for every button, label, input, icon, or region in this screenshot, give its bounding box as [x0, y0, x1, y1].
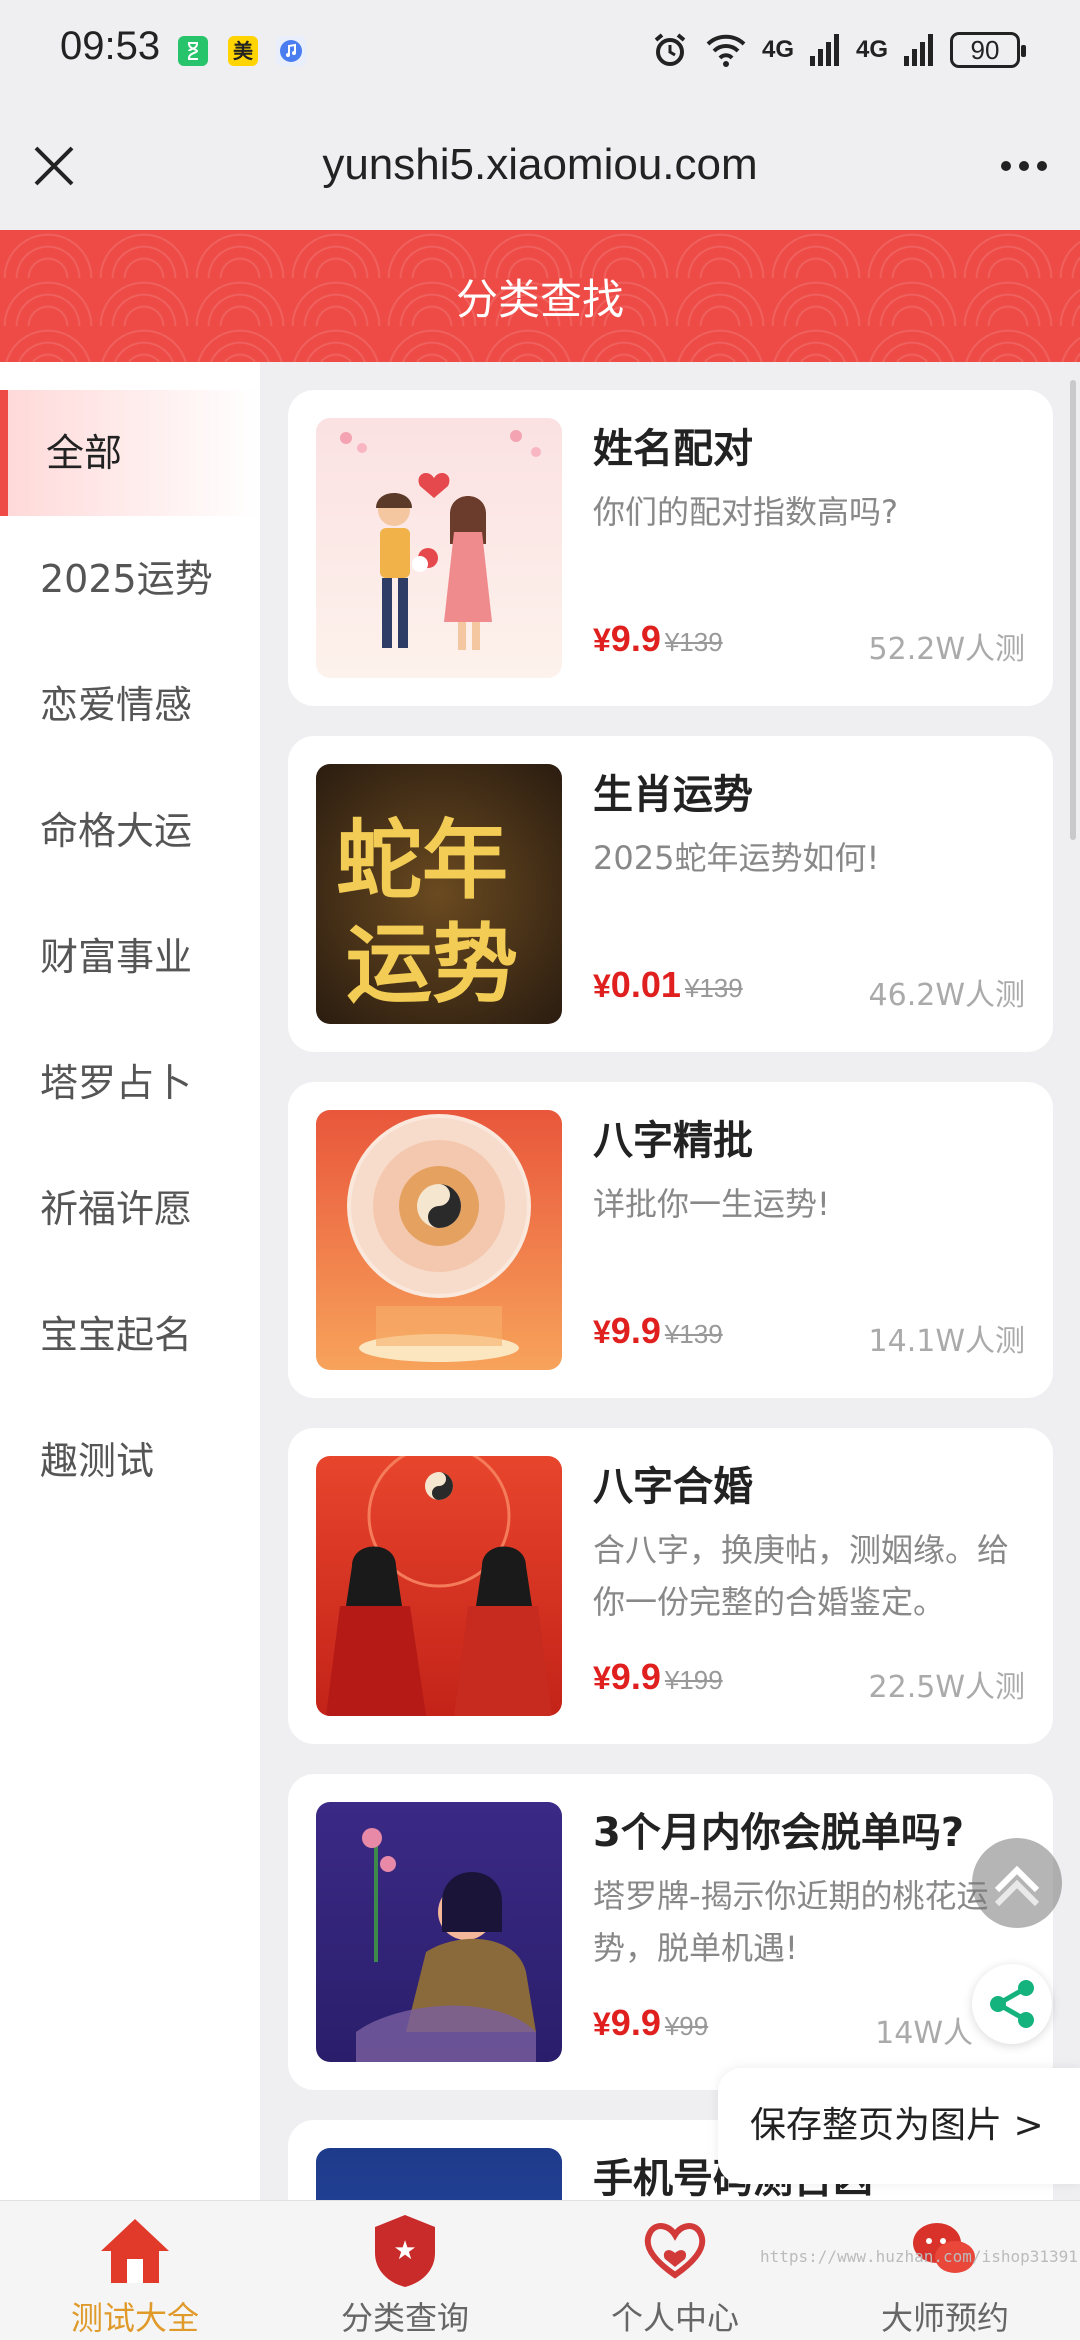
nav-label: 大师预约 — [880, 2299, 1009, 2337]
signal-label: 4G — [761, 36, 794, 63]
signal-label: 4G — [855, 36, 888, 63]
product-thumbnail — [316, 2148, 562, 2200]
product-title: 姓名配对 — [593, 426, 753, 472]
product-thumbnail — [316, 418, 562, 678]
sidebar-item-tarot[interactable]: 塔罗占卜 — [0, 1020, 260, 1146]
original-price: ¥99 — [664, 2011, 709, 2041]
signal-icon — [904, 34, 933, 66]
product-subtitle: 合八字，换庚帖，测姻缘。给你一份完整的合婚鉴定。 — [593, 1531, 1010, 1621]
original-price: ¥199 — [664, 1665, 723, 1695]
alarm-icon — [654, 33, 686, 66]
product-price: ¥9.9 ¥99 — [593, 2002, 709, 2043]
product-title: 生肖运势 — [593, 772, 753, 818]
original-price: ¥139 — [664, 1319, 723, 1349]
sidebar-item-destiny[interactable]: 命格大运 — [0, 768, 260, 894]
share-icon — [990, 1980, 1034, 2028]
sidebar-item-fun-test[interactable]: 趣测试 — [0, 1398, 260, 1524]
nav-item-test-list[interactable]: 测试大全 — [0, 2201, 270, 2340]
sidebar-item-all[interactable]: 全部 — [0, 390, 260, 516]
product-price: ¥9.9 ¥139 — [593, 618, 723, 659]
status-time: 09:53 — [60, 24, 161, 68]
product-thumbnail — [316, 1802, 562, 2062]
save-page-as-image-button[interactable]: 保存整页为图片 > — [718, 2068, 1080, 2184]
product-price: ¥9.9 ¥199 — [593, 1656, 723, 1697]
original-price: ¥139 — [684, 973, 743, 1003]
heart-hands-icon — [644, 2223, 706, 2279]
product-card-name-match[interactable]: 姓名配对 你们的配对指数高吗? ¥9.9 ¥139 52.2W人测 — [288, 390, 1053, 706]
sidebar-item-baby-name[interactable]: 宝宝起名 — [0, 1272, 260, 1398]
bottom-navigation: 测试大全 ★ 分类查询 个人中心 大师预约 https://www.huzhan… — [0, 2200, 1080, 2340]
wifi-icon — [706, 34, 746, 67]
product-subtitle: 塔罗牌-揭示你近期的桃花运势，脱单机遇! — [593, 1877, 989, 1967]
product-price: ¥9.9 ¥139 — [593, 1310, 723, 1351]
watermark-text: https://www.huzhan.com/ishop31391 — [760, 2247, 1078, 2266]
category-sidebar: 全部 2025运势 恋爱情感 命格大运 财富事业 塔罗占卜 祈福许愿 宝宝起名 … — [0, 362, 260, 2200]
home-icon — [101, 2219, 169, 2283]
sidebar-item-love[interactable]: 恋爱情感 — [0, 642, 260, 768]
meituan-app-icon: 美 — [228, 36, 258, 66]
page-title: 分类查找 — [455, 275, 624, 324]
tested-count: 14W人 — [875, 2016, 973, 2051]
share-button[interactable] — [972, 1964, 1052, 2044]
hourglass-app-icon — [178, 36, 208, 66]
tested-count: 22.5W人测 — [868, 1670, 1025, 1705]
product-title: 八字精批 — [593, 1118, 753, 1164]
category-header: 分类查找 — [0, 230, 1080, 362]
tested-count: 52.2W人测 — [868, 632, 1025, 667]
page-url: yunshi5.xiaomiou.com — [322, 140, 758, 189]
svg-text:★: ★ — [393, 2236, 416, 2266]
product-subtitle: 详批你一生运势! — [593, 1185, 830, 1223]
product-subtitle: 2025蛇年运势如何! — [593, 839, 880, 877]
category-badge-icon: ★ — [375, 2215, 435, 2287]
browser-bar: yunshi5.xiaomiou.com — [0, 100, 1080, 230]
product-thumbnail — [316, 1456, 562, 1716]
scroll-to-top-button[interactable] — [972, 1838, 1062, 1928]
product-card-single-in-3-months[interactable]: 3个月内你会脱单吗? 塔罗牌-揭示你近期的桃花运势，脱单机遇! ¥9.9 ¥99 … — [288, 1774, 1053, 2090]
nav-item-category[interactable]: ★ 分类查询 — [270, 2201, 540, 2340]
product-card-zodiac-fortune[interactable]: 蛇年 运势 生肖运势 2025蛇年运势如何! ¥0.01 ¥139 46.2W人测 — [288, 736, 1053, 1052]
nav-label: 分类查询 — [340, 2299, 469, 2337]
nav-item-master-booking[interactable]: 大师预约 — [810, 2201, 1080, 2340]
product-title: 八字合婚 — [593, 1464, 753, 1510]
thumbnail-text: 运势 — [346, 914, 518, 1015]
status-icons: 4G 4G 90 — [650, 28, 1026, 72]
sidebar-item-blessing[interactable]: 祈福许愿 — [0, 1146, 260, 1272]
music-app-icon — [276, 36, 306, 66]
product-card-bazi-marriage[interactable]: 八字合婚 合八字，换庚帖，测姻缘。给你一份完整的合婚鉴定。 ¥9.9 ¥199 2… — [288, 1428, 1053, 1744]
more-options-icon[interactable] — [996, 144, 1052, 188]
original-price: ¥139 — [664, 627, 723, 657]
battery-icon: 90 — [950, 32, 1026, 68]
tested-count: 46.2W人测 — [868, 978, 1025, 1013]
product-thumbnail — [316, 1110, 562, 1370]
product-list: 姓名配对 你们的配对指数高吗? ¥9.9 ¥139 52.2W人测 蛇年 运势 生… — [260, 362, 1080, 2200]
product-title: 3个月内你会脱单吗? — [593, 1810, 965, 1856]
nav-label: 测试大全 — [70, 2299, 199, 2337]
product-thumbnail: 蛇年 运势 — [316, 764, 562, 1024]
nav-item-profile[interactable]: 个人中心 — [540, 2201, 810, 2340]
sidebar-item-wealth[interactable]: 财富事业 — [0, 894, 260, 1020]
tested-count: 14.1W人测 — [868, 1324, 1025, 1359]
status-bar: 09:53 美 4G 4G 90 — [0, 0, 1080, 100]
scrollbar[interactable] — [1070, 380, 1076, 840]
product-price: ¥0.01 ¥139 — [593, 964, 743, 1005]
signal-icon — [809, 34, 839, 66]
nav-label: 个人中心 — [610, 2299, 739, 2337]
product-subtitle: 你们的配对指数高吗? — [593, 493, 898, 531]
product-card-bazi-reading[interactable]: 八字精批 详批你一生运势! ¥9.9 ¥139 14.1W人测 — [288, 1082, 1053, 1398]
sidebar-item-2025-fortune[interactable]: 2025运势 — [0, 516, 260, 642]
